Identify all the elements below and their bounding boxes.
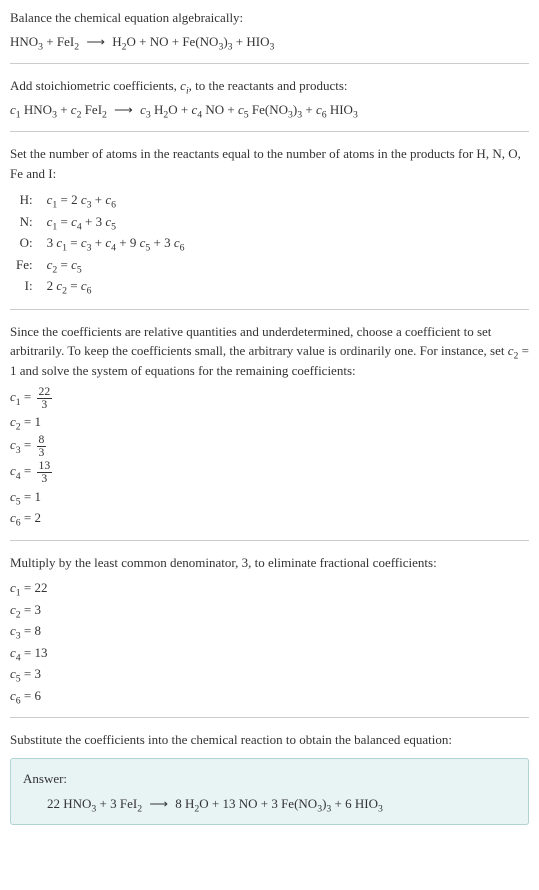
step2-stoich: Add stoichiometric coefficients, ci, to … — [10, 76, 529, 119]
coefficients-integer: c1 = 22 c2 = 3 c3 = 8 c4 = 13 c5 = 3 c6 … — [10, 578, 529, 705]
coef-item: c1 = 22 — [10, 578, 529, 598]
coef-item: c5 = 3 — [10, 664, 529, 684]
coef-item: c3 = 8 — [10, 621, 529, 641]
atom-label: Fe: — [10, 254, 41, 276]
atom-label: O: — [10, 232, 41, 254]
answer-equation: 22 HNO3 + 3 FeI2 ⟶ 8 H2O + 13 NO + 3 Fe(… — [23, 794, 516, 814]
coef-item: c3 = 83 — [10, 434, 529, 458]
atom-label: I: — [10, 275, 41, 297]
step5-multiply: Multiply by the least common denominator… — [10, 553, 529, 706]
atom-label: H: — [10, 189, 41, 211]
atom-equation: c1 = c4 + 3 c5 — [41, 211, 191, 233]
step4-text: Since the coefficients are relative quan… — [10, 322, 529, 381]
step3-text: Set the number of atoms in the reactants… — [10, 144, 529, 183]
coef-item: c1 = 223 — [10, 386, 529, 410]
table-row: Fe: c2 = c5 — [10, 254, 191, 276]
atom-label: N: — [10, 211, 41, 233]
coef-item: c6 = 2 — [10, 508, 529, 528]
coef-item: c4 = 13 — [10, 643, 529, 663]
step3-atoms: Set the number of atoms in the reactants… — [10, 144, 529, 297]
step6-substitute: Substitute the coefficients into the che… — [10, 730, 529, 825]
atom-equation: c1 = 2 c3 + c6 — [41, 189, 191, 211]
fraction: 223 — [37, 386, 53, 410]
step2-equation: c1 HNO3 + c2 FeI2 ⟶ c3 H2O + c4 NO + c5 … — [10, 100, 529, 120]
atom-equation: c2 = c5 — [41, 254, 191, 276]
atom-equations-table: H: c1 = 2 c3 + c6 N: c1 = c4 + 3 c5 O: 3… — [10, 189, 191, 297]
coef-item: c6 = 6 — [10, 686, 529, 706]
step2-text: Add stoichiometric coefficients, ci, to … — [10, 76, 529, 96]
atom-equation: 3 c1 = c3 + c4 + 9 c5 + 3 c6 — [41, 232, 191, 254]
divider — [10, 540, 529, 541]
step1-text: Balance the chemical equation algebraica… — [10, 8, 529, 28]
step5-text: Multiply by the least common denominator… — [10, 553, 529, 573]
table-row: N: c1 = c4 + 3 c5 — [10, 211, 191, 233]
table-row: O: 3 c1 = c3 + c4 + 9 c5 + 3 c6 — [10, 232, 191, 254]
divider — [10, 131, 529, 132]
step4-solve: Since the coefficients are relative quan… — [10, 322, 529, 528]
step1-equation: HNO3 + FeI2 ⟶ H2O + NO + Fe(NO3)3 + HIO3 — [10, 32, 529, 52]
table-row: H: c1 = 2 c3 + c6 — [10, 189, 191, 211]
coef-item: c4 = 133 — [10, 460, 529, 484]
step1-balance: Balance the chemical equation algebraica… — [10, 8, 529, 51]
step6-text: Substitute the coefficients into the che… — [10, 730, 529, 750]
answer-label: Answer: — [23, 769, 516, 789]
coefficients-fractional: c1 = 223 c2 = 1 c3 = 83 c4 = 133 c5 = 1 … — [10, 386, 529, 528]
divider — [10, 309, 529, 310]
fraction: 133 — [37, 460, 53, 484]
coef-item: c5 = 1 — [10, 487, 529, 507]
divider — [10, 63, 529, 64]
table-row: I: 2 c2 = c6 — [10, 275, 191, 297]
atom-equation: 2 c2 = c6 — [41, 275, 191, 297]
divider — [10, 717, 529, 718]
fraction: 83 — [37, 434, 47, 458]
answer-box: Answer: 22 HNO3 + 3 FeI2 ⟶ 8 H2O + 13 NO… — [10, 758, 529, 825]
coef-item: c2 = 3 — [10, 600, 529, 620]
coef-item: c2 = 1 — [10, 412, 529, 432]
